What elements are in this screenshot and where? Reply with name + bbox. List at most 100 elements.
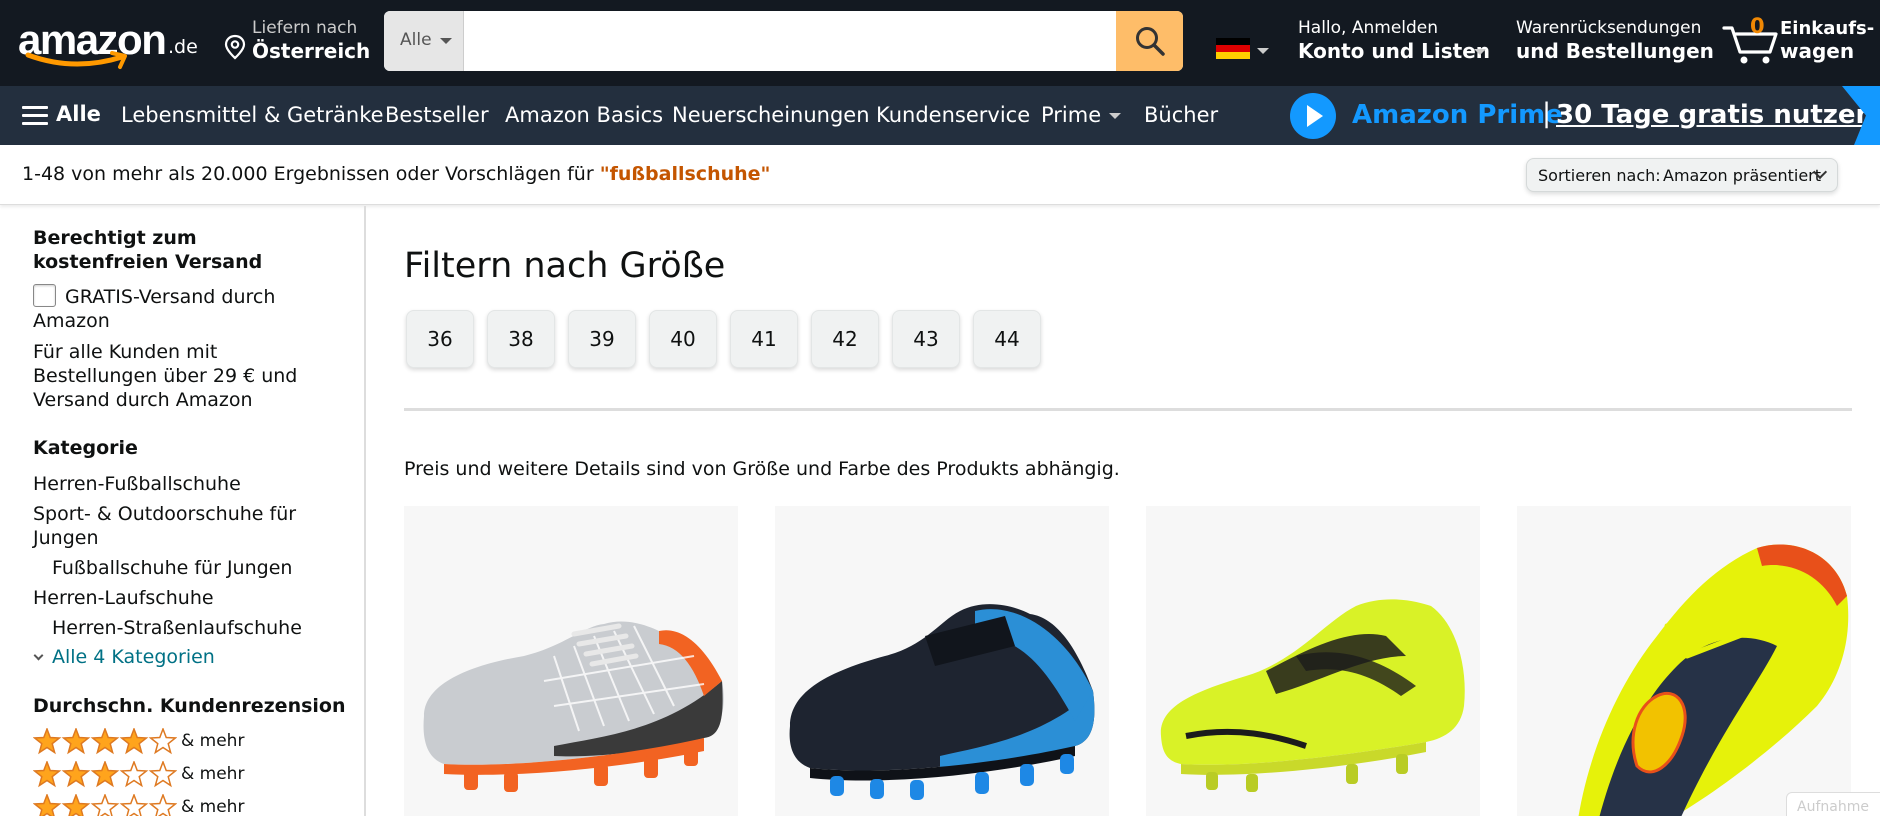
account-lists-label: Konto und Listen <box>1298 39 1491 63</box>
star-empty-icon <box>148 794 177 816</box>
play-icon <box>1290 93 1336 139</box>
sort-value: Amazon präsentiert <box>1663 166 1822 185</box>
amazon-logo[interactable]: amazon .de <box>16 12 198 72</box>
star-filled-icon <box>33 794 62 816</box>
product-image <box>789 604 1095 800</box>
category-link[interactable]: Herren-Fußballschuhe <box>33 472 241 496</box>
category-link[interactable]: Herren-Straßenlaufschuhe <box>52 616 302 640</box>
nav-link-prime-label: Prime <box>1041 103 1102 127</box>
product-card[interactable] <box>1517 506 1851 816</box>
price-info-text: Preis und weitere Details sind von Größe… <box>404 458 1120 480</box>
search-icon <box>1136 27 1165 56</box>
logo-smile-icon <box>25 51 127 69</box>
deliver-country: Österreich <box>252 39 371 63</box>
caret-down-icon <box>1257 48 1269 54</box>
results-summary: 1-48 von mehr als 20.000 Ergebnissen ode… <box>22 163 770 185</box>
category-navigation-bar: Alle Lebensmittel & Getränke Bestseller … <box>0 86 1880 145</box>
star-filled-icon <box>61 761 91 788</box>
language-selector[interactable] <box>1216 38 1272 62</box>
search-button[interactable] <box>1116 11 1183 71</box>
star-rating-icon <box>33 761 177 788</box>
search-category-dropdown[interactable]: Alle <box>384 11 464 71</box>
section-divider <box>404 408 1852 411</box>
search-input[interactable] <box>464 11 1116 71</box>
caret-down-icon <box>440 38 452 44</box>
size-button[interactable]: 42 <box>811 310 879 368</box>
nav-link-customer-service[interactable]: Kundenservice <box>876 103 1030 127</box>
rating-filter-2[interactable]: & mehr <box>33 794 273 816</box>
product-image <box>1578 544 1849 816</box>
size-button[interactable]: 39 <box>568 310 636 368</box>
sort-dropdown[interactable]: Sortieren nach: Amazon präsentiert <box>1526 158 1838 192</box>
account-and-lists[interactable]: Hallo, Anmelden Konto und Listen <box>1298 18 1490 68</box>
size-button[interactable]: 40 <box>649 310 717 368</box>
prime-promo-banner[interactable]: Amazon Prime | 30 Tage gratis nutzen <box>1290 86 1880 145</box>
cart-button[interactable]: 0 Einkaufs- wagen <box>1722 14 1875 70</box>
star-empty-icon <box>148 761 177 788</box>
chevron-down-icon <box>33 650 44 661</box>
star-filled-icon <box>33 728 62 755</box>
star-empty-icon <box>119 794 149 816</box>
caret-down-icon <box>1474 49 1486 55</box>
rating-filter-3[interactable]: & mehr <box>33 761 273 789</box>
star-filled-icon <box>61 794 91 816</box>
shipping-note: Für alle Kunden mit Bestellungen über 29… <box>33 341 298 411</box>
returns-and-orders[interactable]: Warenrücksendungen und Bestellungen <box>1516 18 1714 68</box>
location-pin-icon <box>224 34 246 60</box>
free-shipping-label[interactable]: GRATIS-Versand durch Amazon <box>33 285 323 333</box>
nav-link-prime[interactable]: Prime <box>1041 103 1122 127</box>
germany-flag-icon <box>1216 38 1250 59</box>
category-heading: Kategorie <box>33 437 138 459</box>
star-filled-icon <box>90 761 120 788</box>
size-button[interactable]: 36 <box>406 310 474 368</box>
prime-banner-cta[interactable]: 30 Tage gratis nutzen <box>1556 100 1874 130</box>
size-button[interactable]: 38 <box>487 310 555 368</box>
results-count-text: 1-48 von mehr als 20.000 Ergebnissen ode… <box>22 163 600 185</box>
nav-link-books[interactable]: Bücher <box>1144 103 1218 127</box>
cart-count: 0 <box>1750 14 1765 38</box>
rating-label: & mehr <box>181 797 245 816</box>
deliver-to-location[interactable]: Liefern nach Österreich <box>222 16 370 66</box>
size-button[interactable]: 41 <box>730 310 798 368</box>
star-empty-icon <box>90 794 120 816</box>
results-info-bar: 1-48 von mehr als 20.000 Ergebnissen ode… <box>0 145 1880 205</box>
size-filter-title: Filtern nach Größe <box>404 246 726 286</box>
rating-label: & mehr <box>181 764 245 784</box>
star-empty-icon <box>148 728 177 755</box>
category-link[interactable]: Sport- & Outdoorschuhe für Jungen <box>33 502 333 550</box>
search-bar: Alle <box>384 11 1183 71</box>
rating-filter-4[interactable]: & mehr <box>33 728 273 756</box>
product-card[interactable] <box>775 506 1109 816</box>
star-rating-icon <box>33 794 177 816</box>
caret-down-icon <box>1109 113 1122 119</box>
star-empty-icon <box>119 761 149 788</box>
product-image <box>1160 599 1465 792</box>
shipping-heading: Berechtigt zum kostenfreien Versand <box>33 227 263 273</box>
search-query: "fußballschuhe" <box>599 163 771 185</box>
all-categories-label: Alle 4 Kategorien <box>52 646 215 668</box>
product-card[interactable] <box>404 506 738 816</box>
cart-label-line2: wagen <box>1780 39 1855 63</box>
nav-link-amazon-basics[interactable]: Amazon Basics <box>505 103 663 127</box>
hamburger-menu-icon <box>22 106 48 126</box>
orders-label: und Bestellungen <box>1516 39 1714 63</box>
size-button[interactable]: 44 <box>973 310 1041 368</box>
filter-sidebar: Berechtigt zum kostenfreien Versand GRAT… <box>0 206 366 816</box>
prime-banner-label: Amazon Prime <box>1352 100 1563 130</box>
sort-label: Sortieren nach: <box>1538 166 1661 185</box>
size-button[interactable]: 43 <box>892 310 960 368</box>
all-categories-link[interactable]: Alle 4 Kategorien <box>33 646 215 668</box>
nav-link-new-releases[interactable]: Neuerscheinungen <box>672 103 870 127</box>
nav-link-bestsellers[interactable]: Bestseller <box>385 103 489 127</box>
product-image <box>423 621 724 792</box>
cart-label-line1: Einkaufs- <box>1780 18 1875 39</box>
all-menu-label: Alle <box>56 102 101 126</box>
rating-label: & mehr <box>181 731 245 751</box>
nav-link-groceries[interactable]: Lebensmittel & Getränke <box>121 103 384 127</box>
category-link[interactable]: Fußballschuhe für Jungen <box>52 556 292 580</box>
category-link[interactable]: Herren-Laufschuhe <box>33 586 214 610</box>
prime-banner-separator: | <box>1542 98 1552 129</box>
returns-label: Warenrücksendungen <box>1516 18 1702 38</box>
rating-heading: Durchschn. Kundenrezension <box>33 695 346 717</box>
product-card[interactable] <box>1146 506 1480 816</box>
